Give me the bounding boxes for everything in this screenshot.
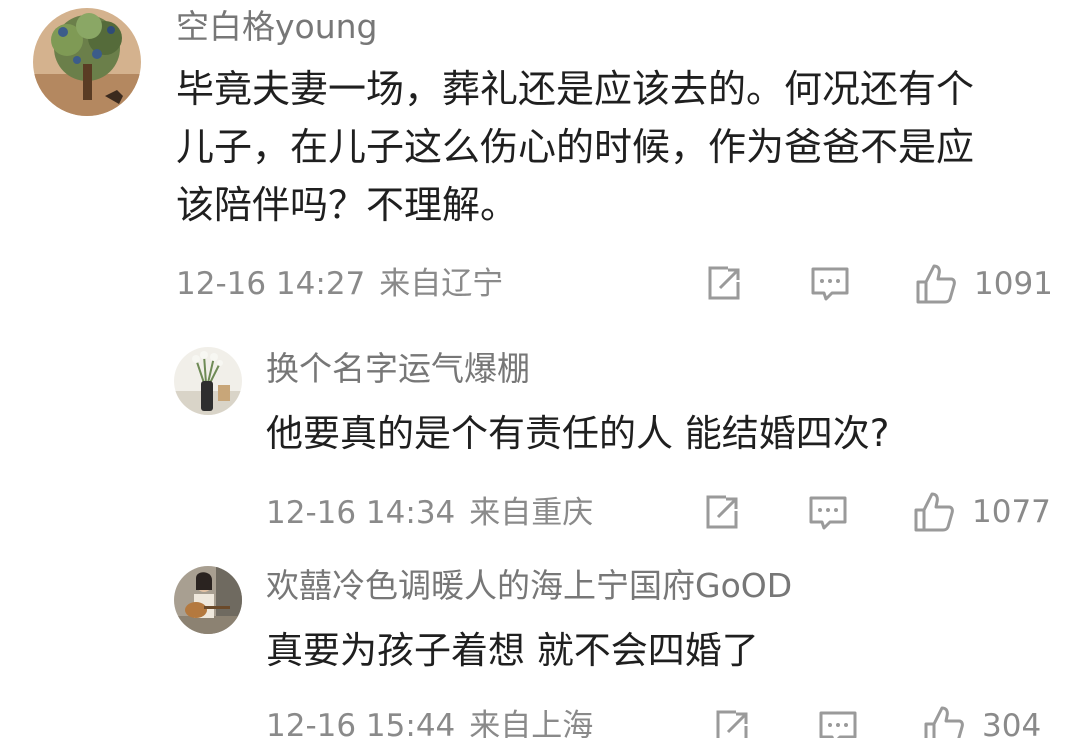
share-icon[interactable] [702, 493, 742, 533]
username[interactable]: 换个名字运气爆棚 [266, 349, 530, 389]
comment-text-line: 他要真的是个有责任的人 能结婚四次? [266, 412, 890, 455]
like-button[interactable]: 1091 [914, 262, 1053, 306]
username[interactable]: 空白格young [176, 7, 378, 47]
comment-thread: 空白格young 毕竟夫妻一场，葬礼还是应该去的。何况还有个 儿子，在儿子这么伤… [0, 0, 1079, 738]
like-count: 1091 [974, 266, 1053, 302]
comment-text: 真要为孩子着想 就不会四婚了 [266, 622, 759, 680]
comment-meta: 12-16 15:44 来自上海 [266, 708, 593, 738]
share-icon[interactable] [704, 264, 744, 304]
timestamp: 12-16 14:34 [266, 495, 456, 531]
comment-meta: 12-16 14:34 来自重庆 [266, 495, 593, 531]
avatar[interactable] [33, 8, 141, 116]
comment-icon[interactable] [808, 493, 848, 533]
avatar[interactable] [174, 566, 242, 634]
like-count: 1077 [972, 494, 1051, 530]
comment-meta: 12-16 14:27 来自辽宁 [176, 266, 503, 302]
location: 来自上海 [469, 708, 594, 738]
location: 来自重庆 [469, 495, 594, 531]
comment-text-line: 儿子，在儿子这么伤心的时候，作为爸爸不是应 [176, 125, 975, 169]
timestamp: 12-16 14:27 [176, 266, 366, 302]
like-button[interactable]: 1077 [912, 490, 1051, 534]
location: 来自辽宁 [379, 266, 504, 302]
thumbs-up-icon [914, 492, 954, 532]
like-count: 304 [982, 708, 1042, 738]
person-guitar-avatar [174, 566, 242, 634]
timestamp: 12-16 15:44 [266, 708, 456, 738]
username[interactable]: 欢囍冷色调暖人的海上宁国府GoOD [266, 566, 792, 606]
comment-icon[interactable] [810, 264, 850, 304]
comment-text-line: 该陪伴吗？不理解。 [176, 183, 519, 227]
like-button[interactable]: 304 [922, 704, 1041, 738]
avatar[interactable] [174, 347, 242, 415]
comment-icon[interactable] [818, 708, 858, 738]
comment-text: 他要真的是个有责任的人 能结婚四次? [266, 405, 889, 463]
tree-painting-avatar [33, 8, 141, 116]
comment-text-line: 毕竟夫妻一场，葬礼还是应该去的。何况还有个 [176, 67, 975, 111]
comment-text-line: 真要为孩子着想 就不会四婚了 [266, 629, 759, 672]
thumbs-up-icon [916, 264, 956, 304]
comment-text: 毕竟夫妻一场，葬礼还是应该去的。何况还有个 儿子，在儿子这么伤心的时候，作为爸爸… [176, 60, 974, 234]
thumbs-up-icon [924, 706, 964, 738]
flower-vase-avatar [174, 347, 242, 415]
share-icon[interactable] [712, 708, 752, 738]
